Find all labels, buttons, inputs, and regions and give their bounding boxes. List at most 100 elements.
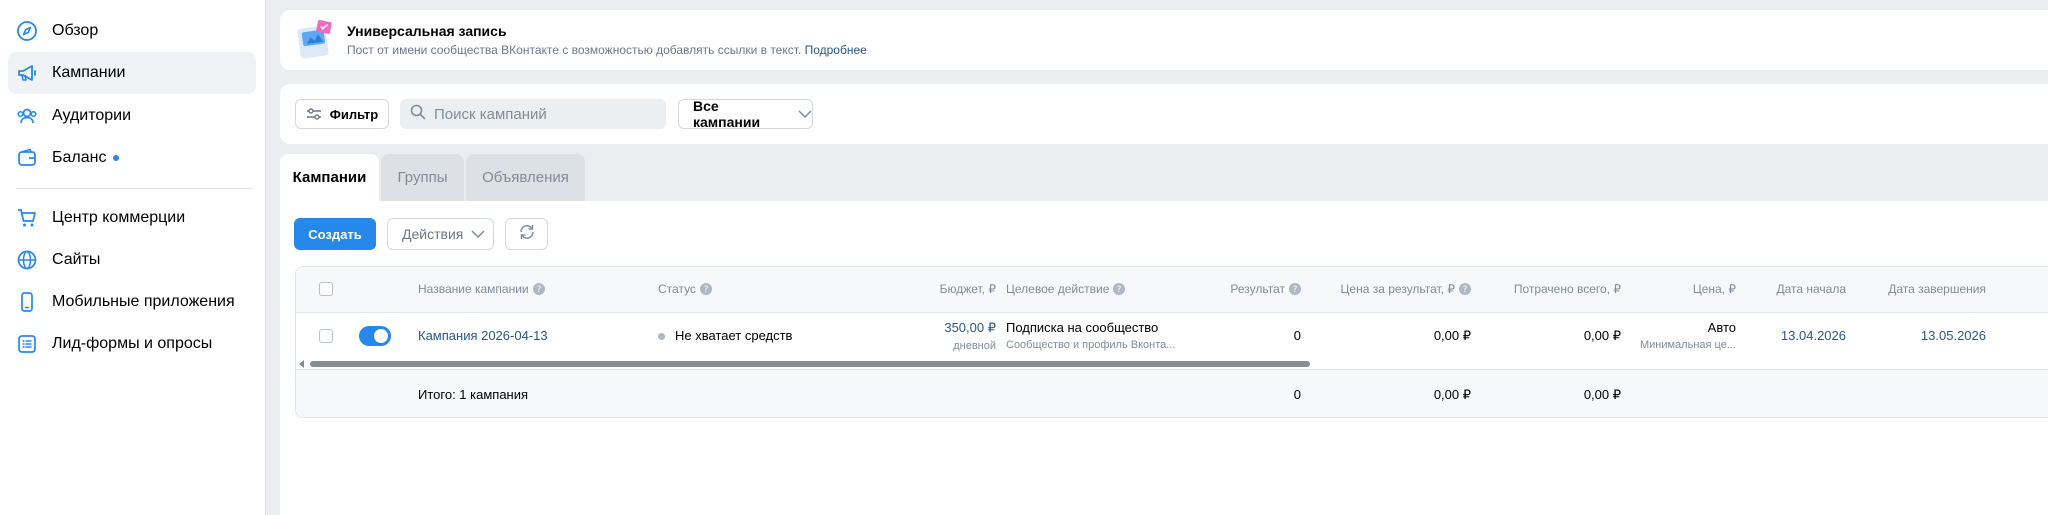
sidebar-item-label: Кампании bbox=[52, 64, 126, 81]
notification-dot bbox=[113, 155, 120, 161]
refresh-button[interactable] bbox=[505, 218, 548, 250]
learn-more-link[interactable]: Подробнее bbox=[805, 43, 867, 57]
target-value: Подписка на сообщество bbox=[1006, 320, 1159, 335]
campaign-target: Подписка на сообщество Сообщество и проф… bbox=[1006, 320, 1175, 351]
campaign-price: Авто Минимальная це... bbox=[1626, 320, 1736, 351]
campaign-scope-value: Все кампании bbox=[693, 98, 761, 130]
sidebar-item-label: Аудитории bbox=[52, 107, 132, 124]
column-name[interactable]: Название кампании ? bbox=[418, 282, 545, 296]
column-result[interactable]: Результат ? bbox=[1196, 282, 1301, 296]
svg-text:?: ? bbox=[536, 285, 541, 295]
sidebar: Обзор Кампании Аудитории Баланс Центр ко… bbox=[0, 0, 266, 515]
help-icon[interactable]: ? bbox=[532, 283, 545, 295]
sidebar-item-sites[interactable]: Сайты bbox=[8, 239, 256, 281]
campaign-scope-select[interactable]: Все кампании bbox=[678, 98, 813, 130]
sliders-icon bbox=[306, 107, 322, 121]
sidebar-item-label: Обзор bbox=[52, 22, 99, 39]
column-target[interactable]: Целевое действие ? bbox=[1006, 282, 1126, 296]
campaigns-table: Название кампании ? Статус ? Бюджет, ₽ Ц… bbox=[295, 266, 2048, 418]
table-header: Название кампании ? Статус ? Бюджет, ₽ Ц… bbox=[296, 267, 2048, 313]
filter-label: Фильтр bbox=[329, 106, 379, 122]
total-cost-per-result: 0,00 ₽ bbox=[1433, 387, 1471, 402]
phone-icon bbox=[16, 291, 38, 313]
filter-bar: Фильтр Все кампании bbox=[280, 84, 2048, 144]
column-status-label: Статус bbox=[658, 282, 696, 296]
campaign-name-link[interactable]: Кампания 2026-04-13 bbox=[418, 328, 548, 343]
table-row[interactable]: Кампания 2026-04-13 Не хватает средств 3… bbox=[296, 313, 2048, 359]
campaign-status: Не хватает средств bbox=[658, 328, 792, 343]
sidebar-item-overview[interactable]: Обзор bbox=[8, 10, 256, 52]
tab-ads[interactable]: Объявления bbox=[466, 154, 585, 201]
column-cost-per-result[interactable]: Цена за результат, ₽ ? bbox=[1306, 282, 1471, 296]
sidebar-divider bbox=[16, 188, 252, 189]
filter-button[interactable]: Фильтр bbox=[295, 99, 389, 129]
actions-dropdown[interactable]: Действия bbox=[387, 218, 494, 250]
column-end-date[interactable]: Дата завершения bbox=[1851, 282, 1986, 296]
scroll-left-icon[interactable] bbox=[299, 360, 304, 368]
compass-icon bbox=[16, 20, 38, 42]
search-icon bbox=[410, 104, 426, 125]
budget-value[interactable]: 350,00 ₽ bbox=[886, 320, 996, 336]
help-icon[interactable]: ? bbox=[1289, 283, 1301, 295]
campaign-spent: 0,00 ₽ bbox=[1583, 328, 1621, 343]
column-budget[interactable]: Бюджет, ₽ bbox=[886, 282, 996, 296]
campaign-budget: 350,00 ₽ дневной bbox=[886, 320, 996, 352]
sidebar-item-mobile-apps[interactable]: Мобильные приложения bbox=[8, 281, 256, 323]
column-spent[interactable]: Потрачено всего, ₽ bbox=[1476, 282, 1621, 296]
chevron-down-icon bbox=[798, 110, 812, 118]
refresh-icon bbox=[518, 223, 536, 246]
status-text: Не хватает средств bbox=[675, 328, 793, 343]
select-all-checkbox[interactable] bbox=[319, 282, 333, 296]
sidebar-item-campaigns[interactable]: Кампании bbox=[8, 52, 256, 94]
post-illustration-icon bbox=[295, 17, 335, 63]
banner-subtitle-text: Пост от имени сообщества ВКонтакте с воз… bbox=[347, 43, 802, 57]
svg-text:?: ? bbox=[1117, 285, 1122, 295]
campaign-result: 0 bbox=[1293, 328, 1301, 343]
sidebar-item-balance[interactable]: Баланс bbox=[8, 137, 256, 179]
sidebar-item-audiences[interactable]: Аудитории bbox=[8, 95, 256, 137]
tab-groups[interactable]: Группы bbox=[381, 154, 464, 201]
sidebar-item-lead-forms[interactable]: Лид-формы и опросы bbox=[8, 323, 256, 365]
search-box bbox=[400, 99, 666, 129]
tab-campaigns[interactable]: Кампании bbox=[280, 154, 379, 201]
campaign-cost-per-result: 0,00 ₽ bbox=[1433, 328, 1471, 343]
banner-title: Универсальная запись bbox=[347, 23, 507, 39]
svg-text:?: ? bbox=[1293, 285, 1298, 295]
sidebar-item-label: Мобильные приложения bbox=[52, 293, 235, 310]
create-button[interactable]: Создать bbox=[294, 218, 376, 250]
cart-icon bbox=[16, 207, 38, 229]
help-icon[interactable]: ? bbox=[699, 283, 712, 295]
actions-label: Действия bbox=[402, 226, 464, 242]
status-dot bbox=[658, 333, 665, 341]
target-detail: Сообщество и профиль Вконта... bbox=[1006, 339, 1176, 351]
column-target-label: Целевое действие bbox=[1006, 282, 1110, 296]
banner-text: Универсальная запись Пост от имени сообщ… bbox=[347, 23, 867, 57]
campaign-start-date[interactable]: 13.04.2026 bbox=[1741, 328, 1846, 343]
scrollbar-thumb[interactable] bbox=[310, 361, 1310, 367]
globe-icon bbox=[16, 249, 38, 271]
help-icon[interactable]: ? bbox=[1459, 283, 1471, 295]
chevron-down-icon bbox=[471, 230, 485, 238]
sidebar-item-label: Баланс bbox=[52, 149, 107, 166]
total-spent: 0,00 ₽ bbox=[1583, 387, 1621, 402]
sidebar-item-label: Сайты bbox=[52, 251, 101, 268]
promo-banner: Универсальная запись Пост от имени сообщ… bbox=[280, 10, 2048, 70]
total-label: Итого: 1 кампания bbox=[418, 387, 529, 402]
column-start-date[interactable]: Дата начала bbox=[1741, 282, 1846, 296]
search-input[interactable] bbox=[434, 105, 654, 123]
help-icon[interactable]: ? bbox=[1113, 283, 1126, 295]
campaigns-panel: Кампании Группы Объявления Создать Дейст… bbox=[280, 150, 2048, 515]
sidebar-item-label: Центр коммерции bbox=[52, 209, 186, 226]
svg-text:?: ? bbox=[704, 285, 709, 295]
sidebar-item-commerce[interactable]: Центр коммерции bbox=[8, 197, 256, 239]
campaign-end-date[interactable]: 13.05.2026 bbox=[1851, 328, 1986, 343]
column-result-label: Результат bbox=[1230, 282, 1285, 296]
horizontal-scrollbar[interactable] bbox=[296, 359, 2048, 369]
campaign-toggle[interactable] bbox=[359, 326, 391, 346]
row-checkbox[interactable] bbox=[319, 329, 333, 343]
column-status[interactable]: Статус ? bbox=[658, 282, 712, 296]
total-result: 0 bbox=[1293, 387, 1301, 402]
table-footer: Итого: 1 кампания 0 0,00 ₽ 0,00 ₽ bbox=[296, 369, 2048, 417]
form-icon bbox=[16, 333, 38, 355]
column-price[interactable]: Цена, ₽ bbox=[1626, 282, 1736, 296]
